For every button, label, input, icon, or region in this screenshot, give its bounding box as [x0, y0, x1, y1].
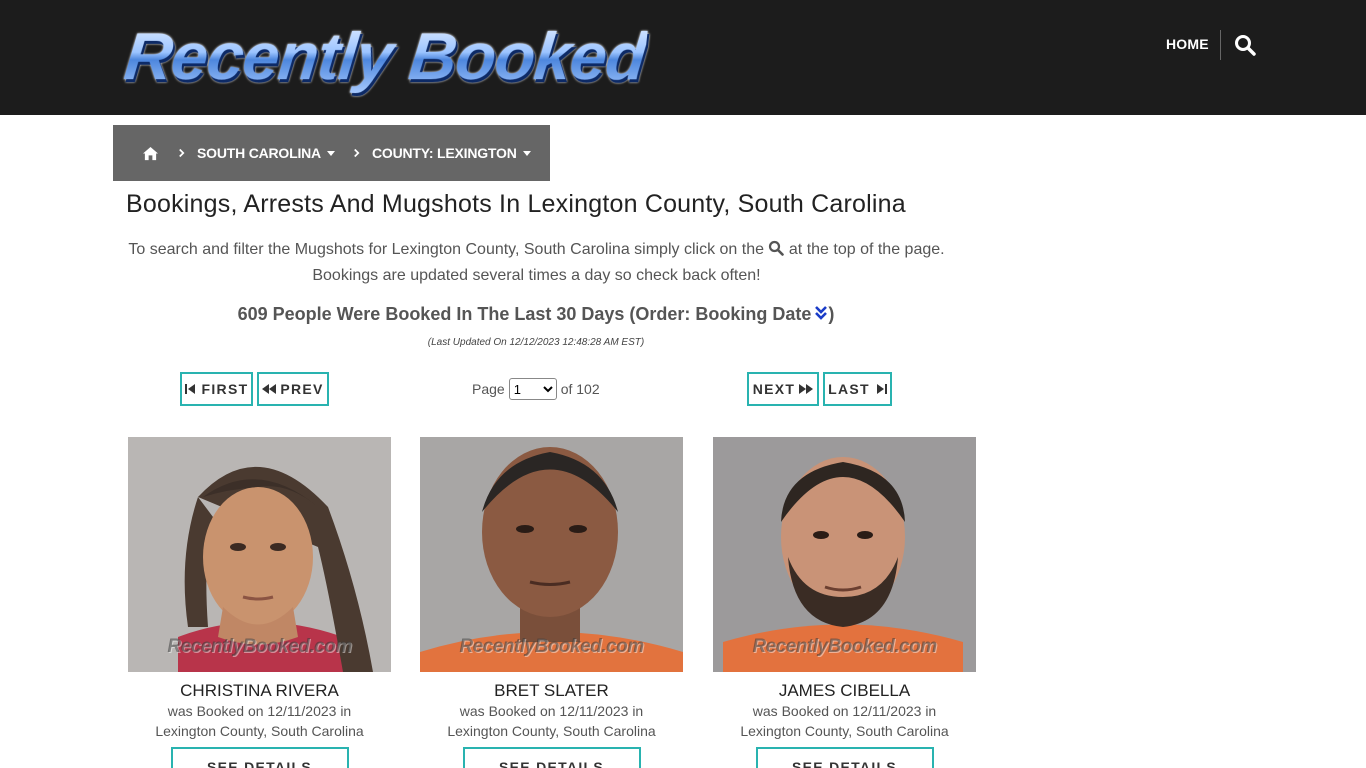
last-page-button[interactable]: LAST: [823, 372, 892, 406]
breadcrumb: SOUTH CAROLINA COUNTY: LEXINGTON: [113, 125, 550, 181]
last-updated: (Last Updated On 12/12/2023 12:48:28 AM …: [427, 337, 645, 348]
booking-count-text: 609 People Were Booked In The Last 30 Da…: [237, 304, 812, 324]
page-total: of 102: [560, 381, 600, 397]
fast-forward-icon: [799, 384, 814, 394]
page-label: Page: [472, 381, 505, 397]
breadcrumb-county-dropdown[interactable]: COUNTY: LEXINGTON: [372, 145, 531, 161]
first-page-button[interactable]: FIRST: [180, 372, 253, 406]
booking-location: Lexington County, South Carolina: [447, 723, 656, 739]
booking-card[interactable]: RecentlyBooked.com JAMES CIBELLA was Boo…: [713, 437, 976, 768]
chevron-right-icon: [353, 148, 360, 158]
mugshot-photo[interactable]: RecentlyBooked.com: [420, 437, 683, 672]
rewind-icon: [262, 384, 277, 394]
page-select[interactable]: 1: [508, 378, 557, 400]
booking-date-text: was Booked on 12/11/2023 in: [167, 703, 352, 719]
double-chevron-down-icon[interactable]: [814, 305, 828, 321]
caret-down-icon: [522, 150, 531, 156]
booking-date-text: was Booked on 12/11/2023 in: [752, 703, 937, 719]
last-page-label: LAST: [828, 381, 870, 397]
inmate-name[interactable]: JAMES CIBELLA: [713, 681, 976, 701]
watermark: RecentlyBooked.com: [459, 636, 644, 657]
booking-date-text: was Booked on 12/11/2023 in: [459, 703, 644, 719]
inmate-name[interactable]: CHRISTINA RIVERA: [128, 681, 391, 701]
breadcrumb-state-dropdown[interactable]: SOUTH CAROLINA: [197, 145, 335, 161]
booking-location: Lexington County, South Carolina: [740, 723, 949, 739]
see-details-button[interactable]: SEE DETAILS: [170, 747, 349, 768]
site-header: Recently Booked HOME: [0, 0, 1366, 115]
mugshot-photo[interactable]: RecentlyBooked.com: [128, 437, 391, 672]
booking-count-close: ): [828, 304, 835, 324]
booking-location: Lexington County, South Carolina: [155, 723, 364, 739]
chevron-right-icon: [178, 148, 185, 158]
booking-count: 609 People Were Booked In The Last 30 Da…: [126, 304, 946, 325]
booking-card[interactable]: RecentlyBooked.com CHRISTINA RIVERA was …: [128, 437, 391, 768]
breadcrumb-state-label: SOUTH CAROLINA: [197, 145, 321, 161]
next-page-label: NEXT: [752, 381, 796, 397]
prev-page-button[interactable]: PREV: [257, 372, 329, 406]
caret-down-icon: [326, 150, 335, 156]
intro-text: To search and filter the Mugshots for Le…: [124, 237, 949, 289]
last-icon: [876, 384, 887, 394]
intro-text-before: To search and filter the Mugshots for Le…: [128, 241, 764, 258]
booking-card[interactable]: RecentlyBooked.com BRET SLATER was Booke…: [420, 437, 683, 768]
breadcrumb-county-label: COUNTY: LEXINGTON: [371, 145, 517, 161]
first-page-label: FIRST: [201, 381, 249, 397]
search-icon[interactable]: [1234, 34, 1256, 56]
inmate-name[interactable]: BRET SLATER: [420, 681, 683, 701]
prev-page-label: PREV: [280, 381, 324, 397]
site-logo[interactable]: Recently Booked: [121, 18, 649, 94]
page-selector: Page 1 of 102: [472, 378, 600, 400]
see-details-button[interactable]: SEE DETAILS: [755, 747, 934, 768]
watermark: RecentlyBooked.com: [167, 636, 352, 657]
next-page-button[interactable]: NEXT: [747, 372, 819, 406]
search-icon: [768, 239, 785, 256]
mugshot-photo[interactable]: RecentlyBooked.com: [713, 437, 976, 672]
first-icon: [184, 384, 195, 394]
watermark: RecentlyBooked.com: [752, 636, 937, 657]
see-details-button[interactable]: SEE DETAILS: [462, 747, 641, 768]
nav-divider: [1220, 30, 1221, 60]
home-icon[interactable]: [142, 144, 160, 162]
page-title: Bookings, Arrests And Mugshots In Lexing…: [126, 190, 906, 218]
logo-text: Recently Booked: [121, 19, 650, 93]
nav-home-link[interactable]: HOME: [1166, 36, 1209, 52]
